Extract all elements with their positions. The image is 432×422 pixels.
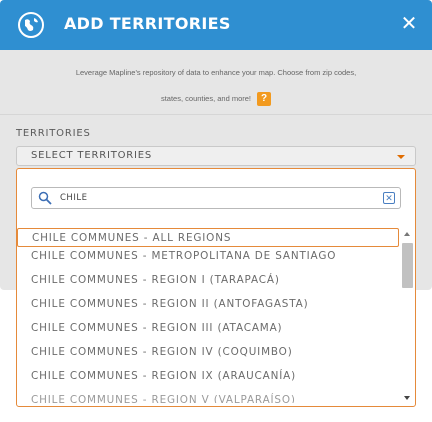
description-line-1: Leverage Mapline's repository of data to… — [75, 68, 357, 77]
search-value: CHILE — [60, 193, 88, 203]
option-item[interactable]: CHILE COMMUNES - REGION IX (ARAUCANÍA) — [17, 367, 401, 391]
territories-label: TERRITORIES — [16, 128, 91, 139]
search-icon — [38, 191, 52, 205]
option-item[interactable]: CHILE COMMUNES - REGION V (VALPARAÍSO) — [17, 391, 401, 403]
scroll-up-icon[interactable] — [404, 232, 410, 236]
description-line-2: states, counties, and more!? — [0, 86, 432, 112]
option-item[interactable]: CHILE COMMUNES - REGION III (ATACAMA) — [17, 319, 401, 343]
option-item[interactable]: CHILE COMMUNES - REGION I (TARAPACÁ) — [17, 271, 401, 295]
modal-title: ADD TERRITORIES — [64, 14, 231, 33]
scrollbar[interactable] — [401, 228, 413, 403]
territories-dropdown: CHILE ✕ CHILE COMMUNES - ALL REGIONS CHI… — [16, 168, 416, 407]
modal-header: ADD TERRITORIES ✕ — [0, 0, 432, 50]
option-item[interactable]: CHILE COMMUNES - METROPOLITANA DE SANTIA… — [17, 247, 401, 271]
modal-description: Leverage Mapline's repository of data to… — [0, 60, 432, 112]
clear-search-icon[interactable]: ✕ — [383, 192, 395, 204]
description-line-2-text: states, counties, and more! — [160, 94, 252, 103]
search-input[interactable]: CHILE ✕ — [31, 187, 401, 209]
close-icon[interactable]: ✕ — [396, 11, 422, 37]
scroll-down-icon[interactable] — [404, 396, 410, 400]
option-item[interactable]: CHILE COMMUNES - REGION II (ANTOFAGASTA) — [17, 295, 401, 319]
chevron-down-icon — [397, 155, 405, 159]
territories-select[interactable]: SELECT TERRITORIES — [16, 146, 416, 166]
globe-icon — [18, 12, 44, 38]
option-item[interactable]: CHILE COMMUNES - REGION IV (COQUIMBO) — [17, 343, 401, 367]
scroll-thumb[interactable] — [402, 243, 413, 288]
options-list: CHILE COMMUNES - ALL REGIONS CHILE COMMU… — [17, 228, 401, 403]
help-icon[interactable]: ? — [257, 92, 272, 107]
divider — [0, 114, 432, 115]
option-item[interactable]: CHILE COMMUNES - ALL REGIONS — [17, 228, 399, 247]
select-placeholder: SELECT TERRITORIES — [31, 150, 153, 161]
